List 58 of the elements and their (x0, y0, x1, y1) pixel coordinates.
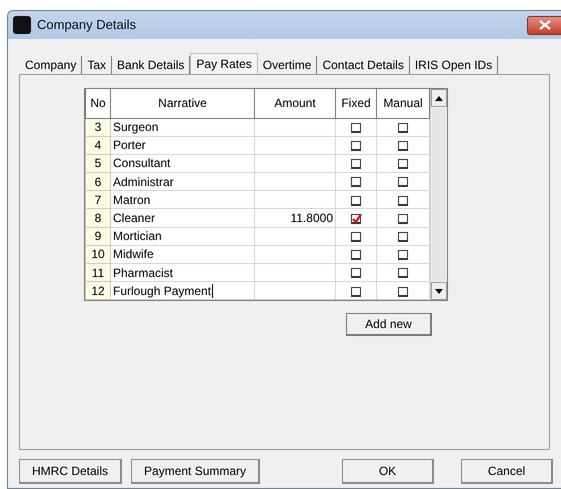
footer-button[interactable]: HMRC Details (19, 459, 122, 484)
add-new-button[interactable]: Add new (346, 313, 432, 336)
checkbox[interactable] (351, 159, 361, 170)
footer-button[interactable]: Cancel (461, 459, 553, 484)
row-number: 10 (86, 245, 110, 264)
table-cell: Cleaner (113, 211, 156, 226)
checkbox[interactable] (351, 214, 361, 224)
checkbox[interactable] (351, 250, 361, 260)
table-cell: Midwife (113, 247, 154, 262)
row-number: 12 (86, 282, 110, 300)
tab[interactable]: Pay Rates (190, 53, 258, 74)
column-header: No (86, 89, 110, 118)
table-cell: 11.8000 (290, 211, 333, 226)
table-cell: Consultant (113, 156, 170, 170)
checkbox[interactable] (351, 122, 361, 133)
scrollbar[interactable] (430, 89, 447, 300)
row-number: 8 (86, 208, 110, 228)
table-cell: Pharmacist (113, 266, 174, 280)
footer-button[interactable]: OK (342, 459, 434, 484)
checkbox[interactable] (398, 286, 408, 297)
row-number: 4 (86, 136, 110, 154)
down-arrow-icon[interactable] (435, 288, 443, 294)
row-number: 5 (86, 154, 110, 173)
window-title: Company Details (37, 16, 136, 34)
checkbox[interactable] (398, 250, 408, 260)
footer-button[interactable]: Payment Summary (131, 459, 260, 484)
checkbox[interactable] (398, 196, 408, 206)
table-cell: Surgeon (113, 120, 158, 134)
checkbox[interactable] (398, 214, 408, 224)
row-number: 11 (86, 264, 110, 282)
checkbox[interactable] (351, 286, 361, 297)
row-number: 9 (86, 227, 110, 246)
checkbox[interactable] (351, 177, 361, 188)
checkbox[interactable] (398, 159, 408, 170)
table-cell: Porter (113, 138, 146, 152)
row-number: 7 (86, 190, 110, 209)
close-icon[interactable] (538, 20, 550, 30)
checkbox[interactable] (398, 122, 408, 133)
column-header: Amount (254, 89, 336, 118)
checkbox[interactable] (398, 177, 408, 188)
table-cell: Mortician (113, 229, 162, 244)
column-header: Narrative (110, 89, 254, 118)
column-header: Manual (376, 89, 430, 118)
table-cell: Administrar (113, 174, 174, 189)
row-number: 3 (86, 118, 110, 136)
column-header: Fixed (336, 89, 376, 118)
app-icon (13, 16, 31, 34)
up-arrow-icon[interactable] (435, 96, 443, 100)
checkbox[interactable] (398, 141, 408, 152)
close-button[interactable] (527, 16, 561, 34)
checkbox[interactable] (351, 141, 361, 152)
checkbox[interactable] (398, 232, 408, 242)
checkbox[interactable] (351, 268, 361, 278)
checkbox[interactable] (398, 268, 408, 278)
checkbox[interactable] (351, 232, 361, 242)
row-number: 6 (86, 172, 110, 191)
table-cell: Matron (113, 192, 150, 207)
checkbox[interactable] (351, 196, 361, 206)
